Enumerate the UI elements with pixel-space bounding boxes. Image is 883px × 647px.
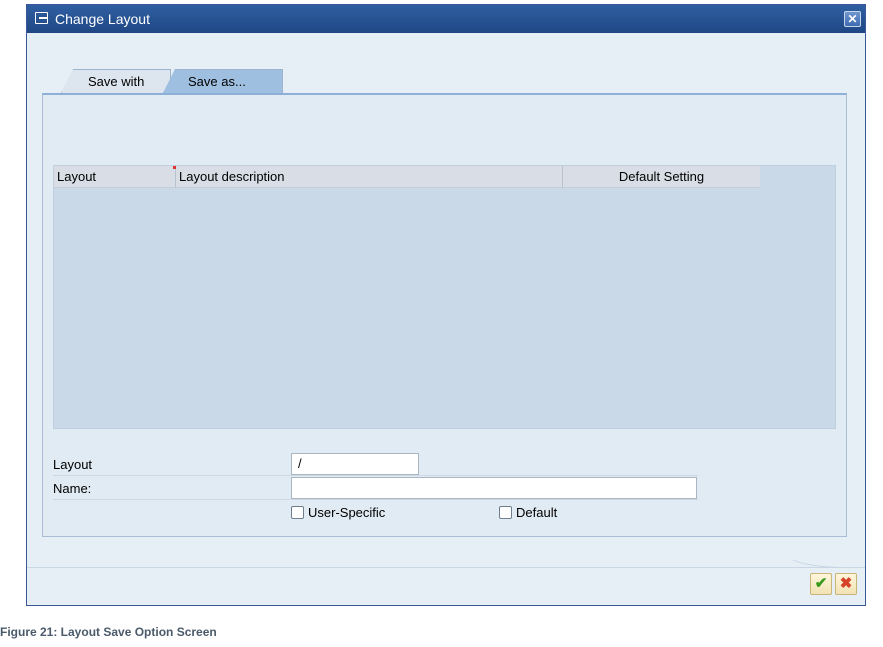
divider: [53, 499, 698, 500]
confirm-button[interactable]: ✔: [810, 573, 832, 595]
table-header: Layout Layout description Default Settin…: [54, 166, 760, 188]
layout-table[interactable]: Layout Layout description Default Settin…: [53, 165, 836, 429]
cancel-button[interactable]: ✖: [835, 573, 857, 595]
tab-save-with[interactable]: Save with: [61, 69, 171, 93]
column-header-default-setting[interactable]: Default Setting: [563, 166, 760, 188]
user-specific-checkbox[interactable]: [291, 506, 304, 519]
divider: [53, 475, 698, 476]
column-header-layout[interactable]: Layout: [54, 166, 176, 188]
figure-caption: Figure 21: Layout Save Option Screen: [0, 625, 217, 639]
window-icon: [35, 12, 48, 24]
name-label: Name:: [53, 481, 92, 496]
change-layout-dialog: Change Layout ✕ Save with Save as... Lay…: [26, 4, 866, 606]
layout-input[interactable]: /: [291, 453, 419, 475]
tab-save-as[interactable]: Save as...: [163, 69, 283, 93]
name-input[interactable]: [291, 477, 697, 499]
cancel-icon: ✖: [839, 575, 853, 592]
check-icon: ✔: [814, 575, 828, 592]
column-header-layout-description[interactable]: Layout description: [176, 166, 563, 188]
footer-divider: [27, 567, 865, 568]
user-specific-label: User-Specific: [308, 505, 386, 520]
title-bar: Change Layout ✕: [27, 5, 865, 33]
footer-curve-decoration: [785, 553, 865, 568]
dialog-title: Change Layout: [55, 11, 150, 27]
layout-label: Layout: [53, 457, 93, 472]
tab-content-panel: Layout Layout description Default Settin…: [42, 93, 847, 537]
default-checkbox[interactable]: [499, 506, 512, 519]
background-window-edge: [866, 0, 883, 610]
default-label: Default: [516, 505, 558, 520]
close-button[interactable]: ✕: [844, 11, 861, 27]
